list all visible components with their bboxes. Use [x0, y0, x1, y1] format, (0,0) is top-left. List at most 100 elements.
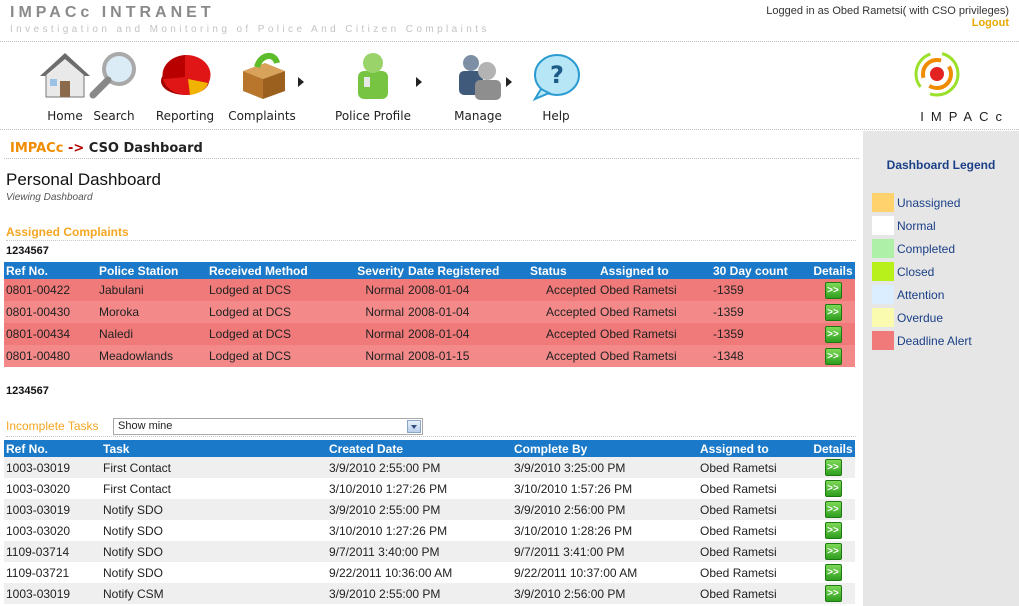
complaints-dropdown-arrow[interactable]: [298, 77, 304, 87]
legend-item: Normal: [872, 216, 1012, 235]
task-filter-select[interactable]: Show mine: [113, 418, 423, 435]
legend-label: Closed: [897, 265, 935, 279]
task-cell: First Contact: [103, 460, 172, 475]
task-cell: Notify SDO: [103, 502, 164, 517]
legend-item: Deadline Alert: [872, 331, 1012, 350]
details-button[interactable]: >>: [824, 501, 842, 518]
legend-label: Deadline Alert: [897, 334, 972, 348]
nav-label: Search: [93, 109, 135, 123]
incomplete-tasks-title: Incomplete Tasks: [6, 419, 99, 433]
table-row: 1003-03020 First Contact 3/10/2010 1:27:…: [4, 478, 855, 499]
nav-label: Police Profile: [335, 109, 411, 123]
legend-item: Overdue: [872, 308, 1012, 327]
assigned-pager-top[interactable]: 1234567: [6, 245, 49, 257]
nav-help[interactable]: ? Help: [528, 47, 584, 127]
nav-reporting[interactable]: Reporting: [150, 47, 220, 127]
police-profile-dropdown-arrow[interactable]: [416, 77, 422, 87]
legend-title: Dashboard Legend: [886, 158, 996, 172]
station-cell: Jabulani: [99, 283, 144, 297]
chevron-down-icon[interactable]: [407, 420, 421, 433]
details-button[interactable]: >>: [824, 281, 842, 299]
created-cell: 3/10/2010 1:27:26 PM: [329, 481, 448, 496]
ref-cell: 1109-03714: [6, 544, 70, 559]
table-header-row: Ref No. Task Created Date Complete By As…: [4, 440, 855, 457]
column-header[interactable]: Ref No.: [4, 262, 97, 279]
nav-complaints[interactable]: Complaints: [224, 47, 300, 127]
legend-swatch: [872, 331, 894, 350]
page-subtitle: Viewing Dashboard: [6, 192, 93, 203]
magnifier-icon: [89, 52, 136, 99]
nav-manage[interactable]: Manage: [448, 47, 508, 127]
column-header[interactable]: Status: [528, 262, 598, 279]
column-header[interactable]: Police Station: [97, 262, 207, 279]
details-button[interactable]: >>: [824, 325, 842, 343]
ref-cell: 1003-03019: [6, 502, 71, 517]
status-cell: Accepted: [545, 349, 596, 363]
nav-label: Complaints: [228, 109, 296, 123]
task-filter-value: Show mine: [118, 420, 173, 432]
breadcrumb-root[interactable]: IMPACc: [10, 141, 63, 156]
details-cell: >>: [811, 345, 855, 367]
column-header[interactable]: Assigned to: [698, 440, 811, 457]
incomplete-tasks-table: Ref No. Task Created Date Complete By As…: [4, 440, 855, 604]
column-header[interactable]: Complete By: [512, 440, 698, 457]
count-cell: -1359: [713, 305, 744, 319]
ref-cell: 0801-00422: [6, 283, 71, 297]
details-button[interactable]: >>: [824, 585, 842, 602]
login-info: Logged in as Obed Rametsi( with CSO priv…: [766, 5, 1009, 17]
assigned-cell: Obed Rametsi: [600, 305, 677, 319]
created-cell: 9/7/2011 3:40:00 PM: [329, 544, 440, 559]
complete-by-cell: 3/10/2010 1:57:26 PM: [514, 481, 633, 496]
column-header: Details: [811, 440, 855, 457]
created-cell: 3/9/2010 2:55:00 PM: [329, 460, 441, 475]
details-button[interactable]: >>: [824, 543, 842, 560]
date-cell: 2008-01-04: [408, 327, 470, 341]
column-header[interactable]: Ref No.: [4, 440, 101, 457]
details-button[interactable]: >>: [824, 459, 842, 476]
assigned-pager-bottom[interactable]: 1234567: [6, 385, 49, 397]
legend-label: Overdue: [897, 311, 944, 325]
column-header[interactable]: 30 Day count: [711, 262, 811, 279]
severity-cell: Normal: [365, 305, 404, 319]
details-button[interactable]: >>: [824, 564, 842, 581]
created-cell: 3/9/2010 2:55:00 PM: [329, 502, 441, 517]
table-row: 1003-03019 Notify CSM 3/9/2010 2:55:00 P…: [4, 583, 855, 604]
nav-police-profile[interactable]: Police Profile: [330, 47, 416, 127]
task-cell: First Contact: [103, 481, 172, 496]
date-cell: 2008-01-04: [408, 305, 470, 319]
table-header-row: Ref No. Police Station Received Method S…: [4, 262, 855, 279]
details-cell: >>: [811, 541, 855, 562]
breadcrumb: IMPACc -> CSO Dashboard: [10, 141, 203, 156]
details-button[interactable]: >>: [824, 480, 842, 497]
column-header[interactable]: Task: [101, 440, 327, 457]
breadcrumb-current: CSO Dashboard: [88, 141, 203, 156]
nav-label: Manage: [454, 109, 502, 123]
nav-search[interactable]: Search: [87, 47, 141, 127]
column-header: Details: [811, 262, 855, 279]
details-cell: >>: [811, 562, 855, 583]
nav-home[interactable]: Home: [38, 47, 92, 127]
column-header[interactable]: Created Date: [327, 440, 512, 457]
nav-label: Home: [47, 109, 83, 123]
column-header[interactable]: Assigned to: [598, 262, 711, 279]
assigned-cell: Obed Rametsi: [700, 460, 777, 475]
pie-chart-icon: [161, 54, 211, 95]
station-cell: Moroka: [99, 305, 140, 319]
details-button[interactable]: >>: [824, 522, 842, 539]
column-header[interactable]: Severity: [329, 262, 406, 279]
header: IMPACc INTRANET Investigation and Monito…: [0, 0, 1019, 42]
logout-link[interactable]: Logout: [972, 17, 1009, 29]
details-button[interactable]: >>: [824, 347, 842, 365]
column-header[interactable]: Received Method: [207, 262, 329, 279]
details-button[interactable]: >>: [824, 303, 842, 321]
page-title: Personal Dashboard: [6, 170, 161, 189]
task-cell: Notify SDO: [103, 565, 164, 580]
table-row: 1003-03020 Notify SDO 3/10/2010 1:27:26 …: [4, 520, 855, 541]
table-row: 1109-03721 Notify SDO 9/22/2011 10:36:00…: [4, 562, 855, 583]
manage-dropdown-arrow[interactable]: [506, 77, 512, 87]
column-header[interactable]: Date Registered: [406, 262, 528, 279]
officer-icon: [358, 53, 388, 99]
dashboard-legend: Dashboard Legend Unassigned Normal Compl…: [863, 131, 1019, 606]
assigned-cell: Obed Rametsi: [700, 481, 777, 496]
legend-item: Closed: [872, 262, 1012, 281]
